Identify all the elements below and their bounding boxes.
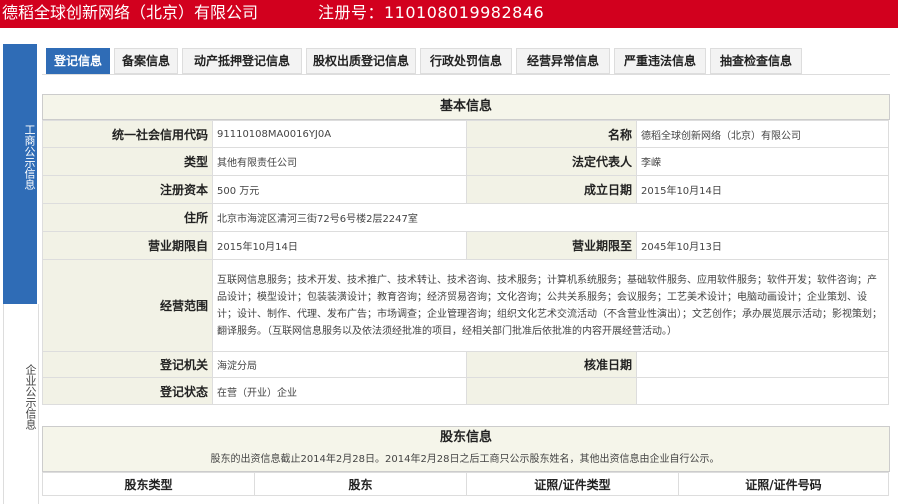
scope-value: 互联网信息服务；技术开发、技术推广、技术转让、技术咨询、技术服务；计算机系统服务… <box>212 259 889 352</box>
term-to-label: 营业期限至 <box>466 231 637 260</box>
approval-label: 核准日期 <box>466 351 637 378</box>
empty-value <box>636 377 889 405</box>
shareholder-note: 股东的出资信息截止2014年2月28日。2014年2月28日之后工商只公示股东姓… <box>210 454 720 465</box>
term-from-value: 2015年10月14日 <box>212 231 467 260</box>
approval-value <box>636 351 889 378</box>
tab-chattel-mortgage[interactable]: 动产抵押登记信息 <box>182 48 302 74</box>
top-header-bar: 德稻全球创新网络（北京）有限公司 注册号：110108019982846 <box>0 0 898 28</box>
table-row: 登记状态 在营（开业）企业 <box>42 377 889 405</box>
table-row: 住所 北京市海淀区清河三街72号6号楼2层2247室 <box>42 203 889 232</box>
authority-label: 登记机关 <box>42 351 213 378</box>
col-shareholder-type: 股东类型 <box>42 472 255 496</box>
empty-label <box>466 377 637 405</box>
type-label: 类型 <box>42 147 213 176</box>
table-header-row: 股东类型 股东 证照/证件类型 证照/证件号码 <box>42 472 889 496</box>
legal-rep-value: 李嵘 <box>636 147 889 176</box>
founded-label: 成立日期 <box>466 175 637 204</box>
company-name-header: 德稻全球创新网络（北京）有限公司 <box>2 3 259 22</box>
credit-code-label: 统一社会信用代码 <box>42 120 213 148</box>
founded-value: 2015年10月14日 <box>636 175 889 204</box>
sidebar-item-enterprise-publicity[interactable]: 企业公示信息 <box>3 304 39 504</box>
table-row: 营业期限自 2015年10月14日 营业期限至 2045年10月13日 <box>42 231 889 260</box>
shareholder-info-header: 股东信息 <box>42 426 890 472</box>
tab-equity-pledge[interactable]: 股权出质登记信息 <box>306 48 416 74</box>
registration-number: 注册号：110108019982846 <box>318 3 545 22</box>
capital-value: 500 万元 <box>212 175 467 204</box>
table-row: 统一社会信用代码 91110108MA0016YJ0A 名称 德稻全球创新网络（… <box>42 120 889 148</box>
shareholder-table: 股东类型 股东 证照/证件类型 证照/证件号码 <box>42 472 889 496</box>
sidebar-label-business: 工商公示信息 <box>23 124 36 190</box>
sidebar-item-business-publicity[interactable]: 工商公示信息 <box>3 44 37 304</box>
term-to-value: 2045年10月13日 <box>636 231 889 260</box>
address-value: 北京市海淀区清河三街72号6号楼2层2247室 <box>212 203 889 232</box>
scope-label: 经营范围 <box>42 259 213 352</box>
status-label: 登记状态 <box>42 377 213 405</box>
credit-code-value: 91110108MA0016YJ0A <box>212 120 467 148</box>
tab-bar: 登记信息 备案信息 动产抵押登记信息 股权出质登记信息 行政处罚信息 经营异常信… <box>42 44 890 75</box>
legal-rep-label: 法定代表人 <box>466 147 637 176</box>
type-value: 其他有限责任公司 <box>212 147 467 176</box>
term-from-label: 营业期限自 <box>42 231 213 260</box>
name-label: 名称 <box>466 120 637 148</box>
tab-filing[interactable]: 备案信息 <box>114 48 178 74</box>
table-row: 经营范围 互联网信息服务；技术开发、技术推广、技术转让、技术咨询、技术服务；计算… <box>42 259 889 352</box>
capital-label: 注册资本 <box>42 175 213 204</box>
col-license-number: 证照/证件号码 <box>678 472 889 496</box>
sidebar-label-enterprise: 企业公示信息 <box>24 364 37 430</box>
tab-registration[interactable]: 登记信息 <box>46 48 110 74</box>
table-row: 注册资本 500 万元 成立日期 2015年10月14日 <box>42 175 889 204</box>
status-value: 在营（开业）企业 <box>212 377 467 405</box>
authority-value: 海淀分局 <box>212 351 467 378</box>
address-label: 住所 <box>42 203 213 232</box>
table-row: 登记机关 海淀分局 核准日期 <box>42 351 889 378</box>
col-shareholder: 股东 <box>254 472 467 496</box>
basic-info-title: 基本信息 <box>439 99 492 114</box>
tab-serious-violation[interactable]: 严重违法信息 <box>614 48 706 74</box>
shareholder-info-title: 股东信息 <box>439 430 492 445</box>
basic-info-header: 基本信息 <box>42 94 890 120</box>
tab-administrative-penalty[interactable]: 行政处罚信息 <box>420 48 512 74</box>
table-row: 类型 其他有限责任公司 法定代表人 李嵘 <box>42 147 889 176</box>
tab-spot-check[interactable]: 抽查检查信息 <box>710 48 802 74</box>
col-license-type: 证照/证件类型 <box>466 472 679 496</box>
basic-info-table: 统一社会信用代码 91110108MA0016YJ0A 名称 德稻全球创新网络（… <box>42 120 889 405</box>
name-value: 德稻全球创新网络（北京）有限公司 <box>636 120 889 148</box>
tab-abnormal-operation[interactable]: 经营异常信息 <box>516 48 610 74</box>
